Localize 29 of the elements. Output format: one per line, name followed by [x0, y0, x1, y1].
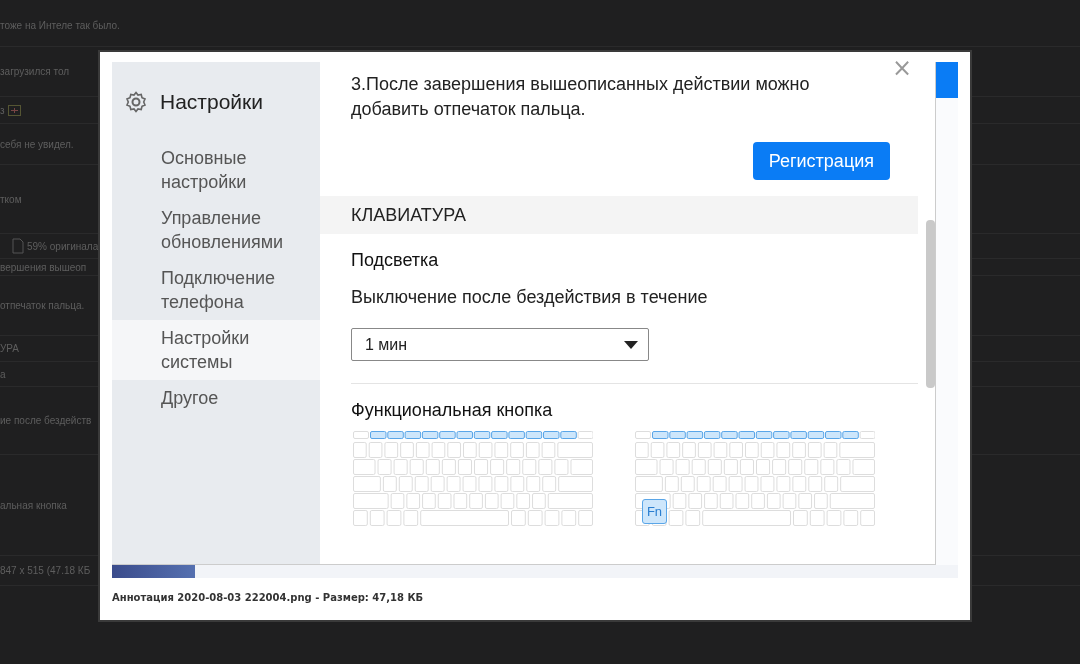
sidebar-item[interactable]: Другое	[112, 380, 320, 416]
sidebar-item[interactable]: Основные настройки	[112, 140, 320, 200]
post-text: УРА	[0, 343, 20, 354]
post-text: альная кнопка	[0, 499, 67, 511]
backlight-heading: Подсветка	[351, 250, 440, 271]
post-text: ие после бездейств	[0, 415, 92, 426]
function-key-heading: Функциональная кнопка	[351, 400, 554, 421]
fn-key: Fn	[642, 499, 667, 524]
scrollbar[interactable]	[926, 220, 935, 388]
post-text: отпечаток пальца.	[0, 300, 85, 311]
sidebar-item[interactable]: Подключение телефона	[112, 260, 320, 320]
post-text: себя не увидел.	[0, 138, 74, 150]
post-text: 59% оригинала	[27, 240, 99, 252]
caret-icon	[624, 340, 638, 349]
post-text: загрузился тол	[0, 66, 70, 77]
settings-icon	[124, 90, 148, 114]
instruction-text: 3.После завершения вышеописанных действии можно добавить отпечаток пальца.	[351, 73, 811, 121]
section-header: КЛАВИАТУРА	[320, 196, 918, 234]
timeout-label: Выключение после бездействия в течение	[351, 287, 709, 308]
sidebar-item[interactable]: Управление обновлениями	[112, 200, 320, 260]
register-button[interactable]: Регистрация	[752, 142, 890, 180]
post-text: тком	[0, 193, 22, 205]
document-icon	[12, 238, 24, 254]
sidebar-title: Настройки	[160, 90, 263, 114]
timeout-dropdown[interactable]: 1 мин	[351, 328, 649, 361]
post-text: вершения вышеоп	[0, 261, 87, 273]
sidebar-item[interactable]: Настройки системы	[112, 320, 320, 380]
post-text: з	[0, 104, 5, 116]
image-caption: Аннотация 2020-08-03 222004.png - Размер: 47,18 КБ	[112, 592, 425, 603]
